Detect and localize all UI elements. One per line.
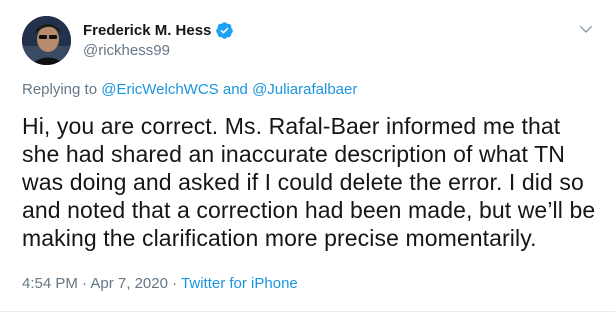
verified-badge-icon (216, 22, 234, 39)
tweet-source-link[interactable]: Twitter for iPhone (181, 275, 298, 292)
replying-to-line: Replying to @EricWelchWCS and @Juliarafa… (22, 81, 357, 98)
author-name-row[interactable]: Frederick M. Hess (83, 21, 234, 40)
meta-separator: · (82, 275, 88, 292)
avatar-photo (22, 16, 71, 65)
replying-to-label: Replying to (22, 81, 98, 98)
author-display-name[interactable]: Frederick M. Hess (83, 22, 211, 39)
reply-user-link-1[interactable]: @EricWelchWCS (101, 81, 218, 98)
tweet-time[interactable]: 4:54 PM (22, 275, 78, 292)
reply-conjunction: and (222, 81, 248, 98)
chevron-down-icon[interactable] (577, 20, 595, 38)
tweet-text: Hi, you are correct. Ms. Rafal-Baer info… (22, 113, 596, 251)
avatar[interactable] (22, 16, 71, 65)
reply-user-link-2[interactable]: @Juliarafalbaer (252, 81, 357, 98)
meta-separator-2: · (172, 275, 178, 292)
tweet-date[interactable]: Apr 7, 2020 (90, 275, 168, 292)
author-handle[interactable]: @rickhess99 (83, 42, 170, 59)
tweet-metadata: 4:54 PM · Apr 7, 2020 · Twitter for iPho… (22, 275, 298, 292)
